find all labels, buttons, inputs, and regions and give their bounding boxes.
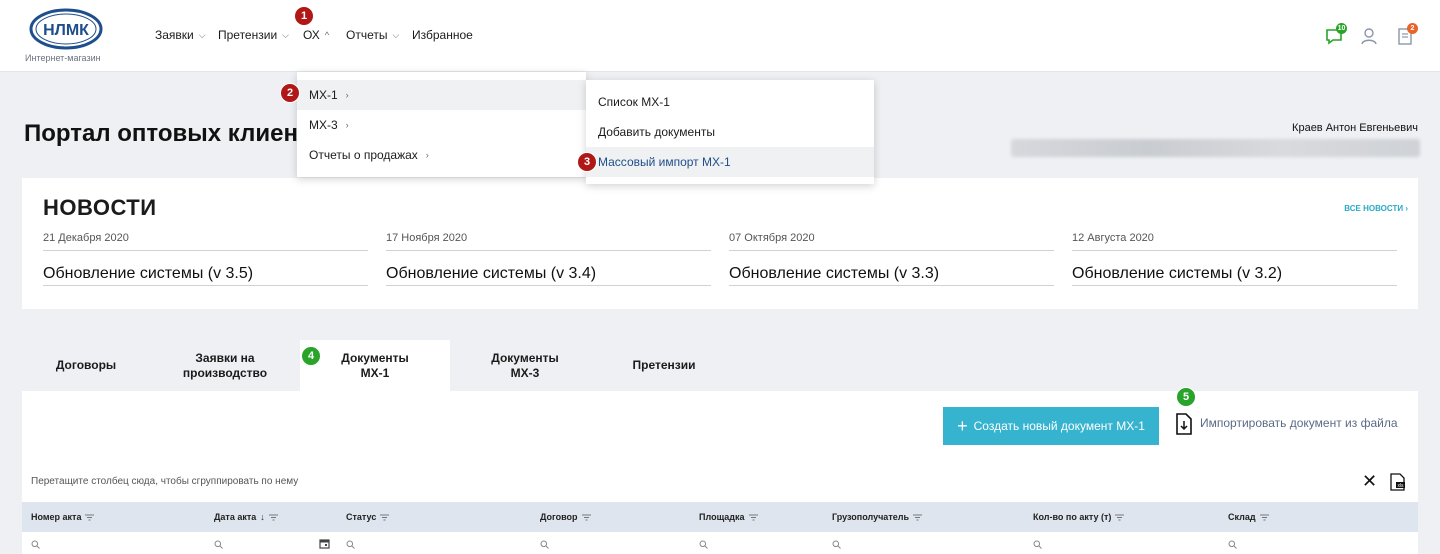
nav-pretenzii[interactable]: Претензии ⌵ (218, 28, 289, 42)
chevron-down-icon: ⌵ (392, 29, 400, 40)
search-icon[interactable] (540, 540, 549, 549)
chevron-down-icon: ⌵ (198, 29, 206, 40)
nav-oh[interactable]: ОХ ^ (303, 28, 329, 42)
table-header: Номер акта Дата акта ↓ Статус Договор Пл… (22, 502, 1418, 532)
chevron-right-icon: › (345, 120, 349, 130)
search-icon[interactable] (214, 540, 223, 549)
create-document-button[interactable]: + Создать новый документ МХ-1 (943, 407, 1159, 445)
top-header: НЛМК Интернет-магазин Заявки ⌵ Претензии… (0, 0, 1440, 72)
page-title: Портал оптовых клиен (24, 120, 298, 147)
news-title: НОВОСТИ (43, 195, 157, 220)
news-date: 07 Октября 2020 (729, 232, 1054, 251)
menu-item-mass-import-mh1[interactable]: Массовый импорт МХ-1 (586, 147, 874, 177)
sort-down-icon: ↓ (260, 512, 265, 522)
logo-text: НЛМК (43, 22, 89, 39)
step-marker-2: 2 (280, 83, 300, 103)
search-icon[interactable] (1228, 540, 1237, 549)
user-name: Краев Антон Евгеньевич (1292, 122, 1418, 134)
news-headline: Обновление системы (v 3.5) (43, 265, 254, 282)
news-date: 21 Декабря 2020 (43, 232, 368, 251)
news-headline: Обновление системы (v 3.4) (386, 265, 597, 282)
tab-pretenzii[interactable]: Претензии (600, 340, 728, 391)
column-header-ploshchadka[interactable]: Площадка (699, 512, 758, 522)
tab-dokumenty-mh1[interactable]: Документы МХ-1 (300, 340, 450, 391)
step-marker-1: 1 (294, 6, 314, 26)
column-header-status[interactable]: Статус (346, 512, 390, 522)
news-item[interactable]: 21 Декабря 2020 Обновление системы (v 3.… (43, 232, 368, 286)
tab-zayavki-proizvodstvo[interactable]: Заявки на производство (150, 340, 300, 391)
tab-dokumenty-mh3[interactable]: Документы МХ-3 (450, 340, 600, 391)
import-from-file-link[interactable]: Импортировать документ из файла (1200, 416, 1398, 430)
calendar-icon[interactable] (319, 538, 330, 549)
nlmk-logo[interactable]: НЛМК (29, 8, 103, 50)
menu-item-list-mh1[interactable]: Список МХ-1 (586, 87, 874, 117)
menu-item-mh1[interactable]: МХ-1 › (297, 80, 586, 110)
column-header-gruzopoluchatel[interactable]: Грузополучатель (832, 512, 922, 522)
menu-item-mh3[interactable]: МХ-3 › (297, 110, 586, 140)
nav-otchety[interactable]: Отчеты ⌵ (346, 28, 399, 42)
user-icon[interactable] (1359, 26, 1379, 46)
news-date: 12 Августа 2020 (1072, 232, 1397, 251)
logo-subtitle: Интернет-магазин (25, 53, 101, 63)
documents-panel: + Создать новый документ МХ-1 Импортиров… (22, 391, 1418, 554)
step-marker-5: 5 (1176, 387, 1196, 407)
filter-icon (268, 514, 278, 520)
notifications-badge: 10 (1336, 23, 1347, 34)
nav-label: Избранное (412, 28, 473, 42)
filter-icon (912, 514, 922, 520)
filter-icon (748, 514, 758, 520)
search-icon[interactable] (832, 540, 841, 549)
nav-label: Заявки (155, 28, 194, 42)
plus-icon: + (957, 416, 968, 436)
menu-item-sales-reports[interactable]: Отчеты о продажах › (297, 140, 586, 170)
news-item[interactable]: 12 Августа 2020 Обновление системы (v 3.… (1072, 232, 1397, 286)
search-icon[interactable] (346, 540, 355, 549)
column-header-dogovor[interactable]: Договор (540, 512, 591, 522)
excel-export-icon[interactable]: xls (1390, 473, 1406, 491)
news-headline: Обновление системы (v 3.2) (1072, 265, 1283, 282)
chevron-right-icon: › (345, 90, 349, 100)
filter-icon (1115, 514, 1125, 520)
news-date: 17 Ноября 2020 (386, 232, 711, 251)
news-item[interactable]: 17 Ноября 2020 Обновление системы (v 3.4… (386, 232, 711, 286)
cart-badge: 2 (1407, 23, 1418, 34)
create-button-label: Создать новый документ МХ-1 (973, 419, 1145, 433)
all-news-link[interactable]: ВСЕ НОВОСТИ › (1344, 204, 1408, 213)
column-header-sklad[interactable]: Склад (1228, 512, 1269, 522)
chevron-right-icon: › (1405, 204, 1408, 213)
column-header-data-akta[interactable]: Дата акта ↓ (214, 512, 278, 522)
column-header-nomer-akta[interactable]: Номер акта (31, 512, 95, 522)
search-icon[interactable] (699, 540, 708, 549)
step-marker-3: 3 (577, 152, 597, 172)
chevron-right-icon: › (425, 150, 429, 160)
file-import-icon[interactable] (1175, 413, 1193, 435)
nav-label: Претензии (218, 28, 278, 42)
user-info-blurred (1011, 139, 1420, 157)
chevron-up-icon: ^ (324, 30, 330, 40)
filter-icon (1259, 514, 1269, 520)
search-icon[interactable] (1033, 540, 1042, 549)
oh-dropdown-menu: МХ-1 › МХ-3 › Отчеты о продажах › (297, 72, 586, 177)
filter-icon (581, 514, 591, 520)
close-icon[interactable]: ✕ (1362, 471, 1377, 492)
nav-label: ОХ (303, 28, 320, 42)
search-icon[interactable] (31, 540, 40, 549)
svg-text:xls: xls (1397, 483, 1404, 489)
news-headline: Обновление системы (v 3.3) (729, 265, 940, 282)
tab-dogovory[interactable]: Договоры (22, 340, 150, 391)
step-marker-4: 4 (301, 346, 321, 366)
column-header-kol-vo[interactable]: Кол-во по акту (т) (1033, 512, 1125, 522)
nav-label: Отчеты (346, 28, 388, 42)
news-panel: НОВОСТИ ВСЕ НОВОСТИ › 21 Декабря 2020 Об… (22, 178, 1418, 309)
filter-row (22, 532, 1418, 554)
news-item[interactable]: 07 Октября 2020 Обновление системы (v 3.… (729, 232, 1054, 286)
nav-zayavki[interactable]: Заявки ⌵ (155, 28, 206, 42)
mh1-submenu: Список МХ-1 Добавить документы Массовый … (586, 80, 874, 184)
chevron-down-icon: ⌵ (282, 29, 289, 40)
group-by-hint: Перетащите столбец сюда, чтобы сгруппиро… (31, 476, 299, 487)
filter-icon (380, 514, 390, 520)
nav-izbrannoe[interactable]: Избранное (412, 28, 473, 42)
menu-item-add-documents[interactable]: Добавить документы (586, 117, 874, 147)
filter-icon (85, 514, 95, 520)
